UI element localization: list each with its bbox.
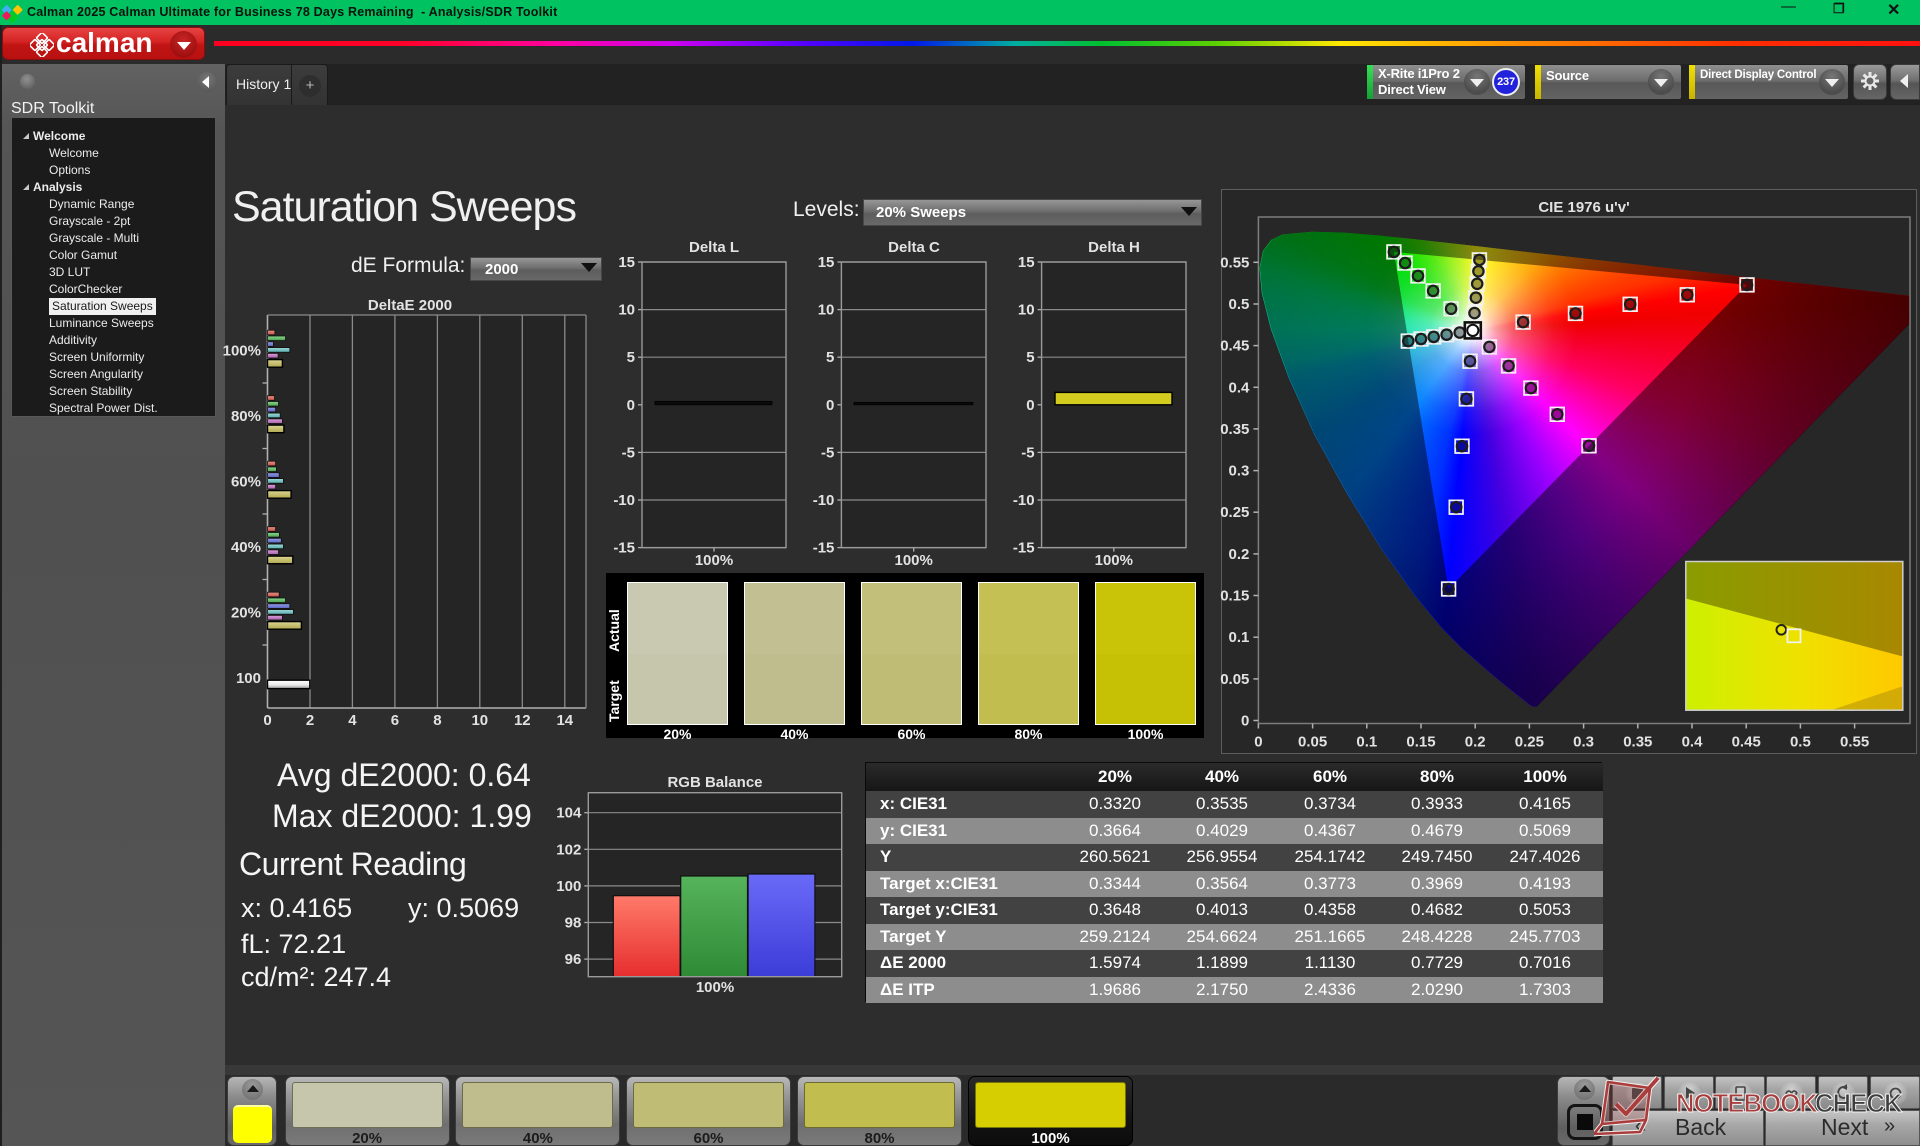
svg-text:0.5: 0.5 <box>1229 296 1250 313</box>
svg-text:CIE 1976 u'v': CIE 1976 u'v' <box>1538 199 1629 216</box>
svg-text:CHECK: CHECK <box>1815 1090 1903 1118</box>
svg-text:0.15: 0.15 <box>1406 734 1435 751</box>
svg-text:0.45: 0.45 <box>1220 338 1249 355</box>
svg-text:0.45: 0.45 <box>1732 734 1761 751</box>
svg-text:0.1: 0.1 <box>1229 629 1250 646</box>
svg-text:0.3: 0.3 <box>1573 734 1594 751</box>
svg-text:0: 0 <box>1254 734 1262 751</box>
svg-text:0.05: 0.05 <box>1220 671 1249 688</box>
svg-text:0.25: 0.25 <box>1515 734 1544 751</box>
svg-text:0.55: 0.55 <box>1220 254 1249 271</box>
svg-text:0.5: 0.5 <box>1790 734 1811 751</box>
svg-text:0.2: 0.2 <box>1465 734 1486 751</box>
svg-text:0.15: 0.15 <box>1220 588 1249 605</box>
svg-text:0.3: 0.3 <box>1229 463 1250 480</box>
svg-text:NOTEBOOK: NOTEBOOK <box>1676 1090 1818 1118</box>
svg-text:0.35: 0.35 <box>1220 421 1249 438</box>
svg-text:0.4: 0.4 <box>1682 734 1704 751</box>
svg-text:0.25: 0.25 <box>1220 504 1249 521</box>
svg-text:0.35: 0.35 <box>1623 734 1652 751</box>
svg-text:0.05: 0.05 <box>1298 734 1327 751</box>
svg-text:0.1: 0.1 <box>1356 734 1377 751</box>
svg-text:0: 0 <box>1241 713 1249 730</box>
svg-text:0.4: 0.4 <box>1229 379 1251 396</box>
svg-text:0.55: 0.55 <box>1840 734 1869 751</box>
svg-text:0.2: 0.2 <box>1229 546 1250 563</box>
